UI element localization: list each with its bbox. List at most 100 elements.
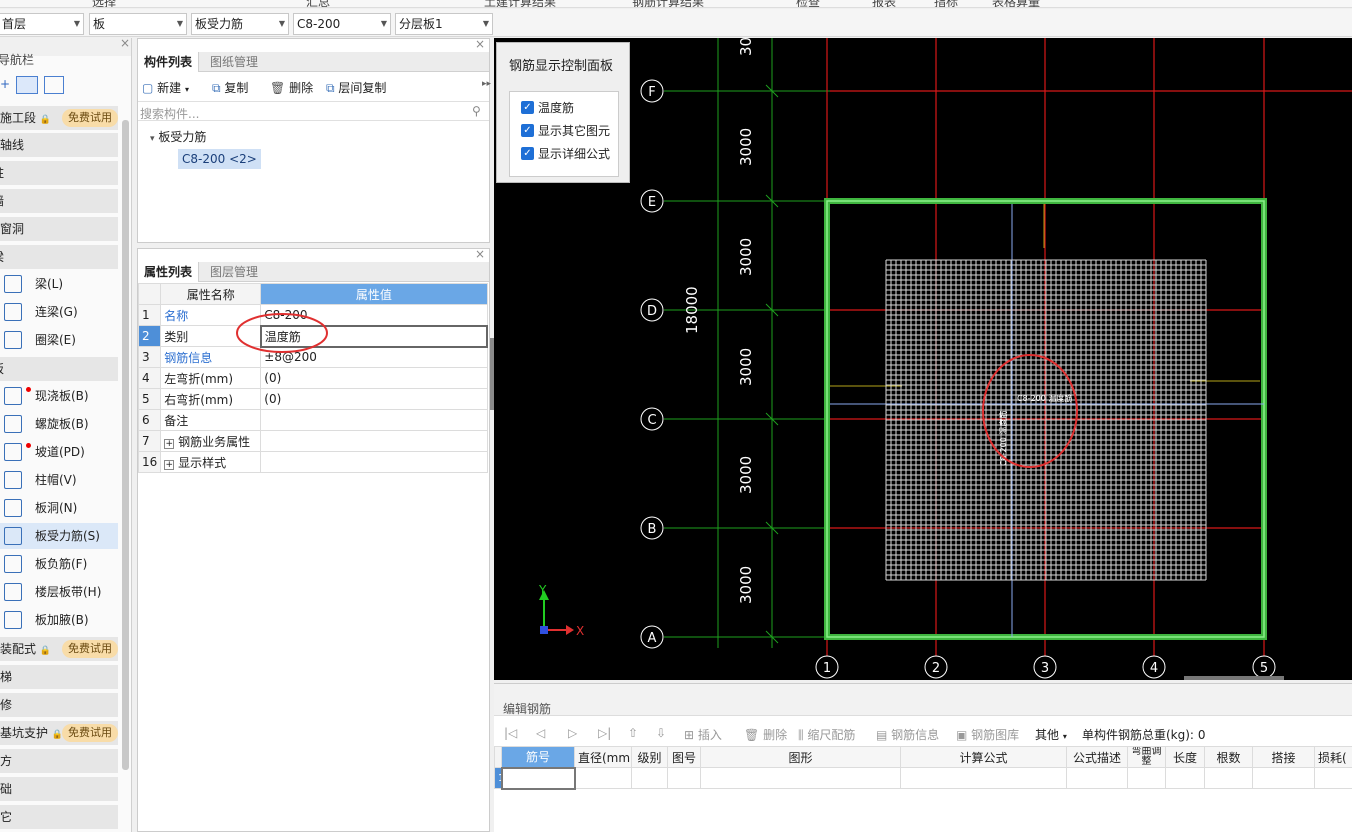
prev-icon[interactable]: ◁ bbox=[536, 726, 545, 740]
property-value[interactable]: (0) bbox=[260, 388, 488, 410]
diameter-cell[interactable] bbox=[574, 767, 632, 789]
menu-rebar-result[interactable]: 钢筋计算结果 bbox=[632, 0, 704, 7]
col-bend-adjust[interactable]: 弯曲调整 bbox=[1127, 746, 1166, 768]
table-row[interactable]: 7 + 钢筋业务属性 bbox=[137, 430, 488, 452]
nav-category-door-window[interactable]: 门窗洞 bbox=[0, 217, 118, 241]
tab-layer-manage[interactable]: 图层管理 bbox=[204, 262, 264, 282]
layer-select[interactable]: 分层板1 ▼ bbox=[395, 13, 493, 35]
length-cell[interactable] bbox=[1165, 767, 1205, 789]
axis-label-d[interactable]: D bbox=[647, 304, 657, 319]
free-trial-badge[interactable]: 免费试用 bbox=[62, 109, 118, 127]
table-row[interactable]: 4 左弯折(mm) (0) bbox=[137, 367, 488, 389]
tab-drawing-manage[interactable]: 图纸管理 bbox=[204, 52, 264, 72]
col-bar-no[interactable]: 筋号 bbox=[501, 746, 575, 768]
axis-label-1[interactable]: 1 bbox=[823, 661, 831, 676]
first-icon[interactable]: |◁ bbox=[504, 726, 517, 740]
nav-item-coupling-beam[interactable]: 连梁(G) bbox=[0, 299, 118, 325]
table-row[interactable]: 1 bbox=[494, 766, 1352, 790]
nav-item-ring-beam[interactable]: 圈梁(E) bbox=[0, 327, 118, 353]
axis-label-b[interactable]: B bbox=[648, 522, 657, 537]
property-value[interactable] bbox=[260, 409, 488, 431]
scale-rebar-button[interactable]: ⫼ 缩尺配筋 bbox=[798, 726, 855, 743]
axis-label-e[interactable]: E bbox=[648, 195, 656, 210]
axis-label-4[interactable]: 4 bbox=[1150, 661, 1158, 676]
table-row[interactable]: 5 右弯折(mm) (0) bbox=[137, 388, 488, 410]
col-formula[interactable]: 计算公式 bbox=[900, 746, 1067, 768]
delete-button[interactable]: 🗑 删除 bbox=[270, 79, 313, 96]
nav-category-stairs[interactable]: 楼梯 bbox=[0, 665, 118, 689]
property-value[interactable] bbox=[260, 451, 488, 473]
close-icon[interactable]: × bbox=[475, 247, 485, 261]
tab-property-list[interactable]: 属性列表 bbox=[138, 262, 200, 282]
detail-view-icon[interactable] bbox=[44, 76, 64, 94]
move-down-icon[interactable]: ⇩ bbox=[656, 726, 666, 740]
expand-icon[interactable]: + bbox=[164, 438, 175, 449]
nav-item-slab-hole[interactable]: 板洞(N) bbox=[0, 495, 118, 521]
nav-category-foundation[interactable]: 基础 bbox=[0, 777, 118, 801]
last-icon[interactable]: ▷| bbox=[598, 726, 611, 740]
col-shape[interactable]: 图形 bbox=[700, 746, 901, 768]
col-loss[interactable]: 损耗( bbox=[1314, 746, 1352, 768]
tree-parent[interactable]: ▾ 板受力筋 bbox=[150, 128, 206, 145]
menu-summary[interactable]: 汇总 bbox=[306, 0, 330, 7]
show-other-elements-checkbox[interactable]: ✓ bbox=[521, 124, 534, 137]
menu-index[interactable]: 指标 bbox=[934, 0, 958, 7]
floor-copy-button[interactable]: ⧉ 层间复制 bbox=[326, 79, 386, 96]
col-count[interactable]: 根数 bbox=[1204, 746, 1253, 768]
expand-icon[interactable]: + bbox=[164, 459, 175, 470]
nav-category-beam[interactable]: 梁 bbox=[0, 245, 118, 269]
nav-category-wall[interactable]: 墙 bbox=[0, 189, 118, 213]
menu-report[interactable]: 报表 bbox=[872, 0, 896, 7]
close-icon[interactable]: × bbox=[475, 37, 485, 51]
col-formula-desc[interactable]: 公式描述 bbox=[1066, 746, 1128, 768]
drawing-canvas[interactable]: C8-200 温度筋 C8-200 温度筋 F E D C B A 1 2 3 bbox=[494, 38, 1352, 680]
property-name-expandable[interactable]: + 钢筋业务属性 bbox=[160, 430, 262, 452]
nav-item-ramp[interactable]: 坡道(PD) bbox=[0, 439, 118, 465]
axis-label-a[interactable]: A bbox=[648, 631, 657, 646]
nav-category-prefab[interactable]: 装配式 🔒 免费试用 bbox=[0, 637, 118, 661]
subtype-select[interactable]: 板受力筋 ▼ bbox=[191, 13, 289, 35]
nav-item-slab-haunch[interactable]: 板加腋(B) bbox=[0, 607, 118, 633]
property-value[interactable] bbox=[260, 430, 488, 452]
canvas-scroll-handle[interactable] bbox=[1184, 676, 1284, 680]
tree-item-c8-200[interactable]: C8-200 <2> bbox=[178, 149, 261, 169]
grade-cell[interactable] bbox=[631, 767, 668, 789]
nav-category-decoration[interactable]: 装修 bbox=[0, 693, 118, 717]
nav-category-construction-stage[interactable]: 施工段 🔒 免费试用 bbox=[0, 106, 118, 130]
nav-category-pit-support[interactable]: 基坑支护 🔒 免费试用 bbox=[0, 721, 118, 745]
lap-cell[interactable] bbox=[1252, 767, 1315, 789]
nav-category-column[interactable]: 柱 bbox=[0, 161, 118, 185]
col-diameter[interactable]: 直径(mm) bbox=[574, 746, 632, 768]
count-cell[interactable] bbox=[1204, 767, 1253, 789]
nav-scrollbar[interactable] bbox=[122, 120, 129, 770]
next-icon[interactable]: ▷ bbox=[568, 726, 577, 740]
new-button[interactable]: ▢ 新建 ▾ bbox=[142, 79, 189, 96]
menu-check[interactable]: 检查 bbox=[796, 0, 820, 7]
menu-table-calc[interactable]: 表格算量 bbox=[992, 0, 1040, 7]
axis-label-2[interactable]: 2 bbox=[932, 661, 940, 676]
col-grade[interactable]: 级别 bbox=[631, 746, 668, 768]
nav-item-slab-rebar[interactable]: 板受力筋(S) bbox=[0, 523, 118, 549]
axis-label-c[interactable]: C bbox=[647, 413, 656, 428]
component-select[interactable]: C8-200 ▼ bbox=[293, 13, 391, 35]
menu-civil-result[interactable]: 土建计算结果 bbox=[484, 0, 556, 7]
move-up-icon[interactable]: ⇧ bbox=[628, 726, 638, 740]
menu-select[interactable]: 选择 bbox=[92, 0, 116, 7]
delete-row-button[interactable]: 🗑 删除 bbox=[744, 726, 787, 743]
nav-item-floor-strip[interactable]: 楼层板带(H) bbox=[0, 579, 118, 605]
table-row[interactable]: 6 备注 bbox=[137, 409, 488, 431]
pin-icon[interactable]: + bbox=[0, 77, 10, 91]
nav-category-axis[interactable]: 轴线 bbox=[0, 133, 118, 157]
list-view-icon[interactable] bbox=[16, 76, 38, 94]
nav-item-column-cap[interactable]: 柱帽(V) bbox=[0, 467, 118, 493]
other-dropdown[interactable]: 其他 ▾ bbox=[1035, 726, 1067, 743]
formula-desc-cell[interactable] bbox=[1066, 767, 1128, 789]
search-icon[interactable]: ⚲ bbox=[472, 104, 481, 118]
col-length[interactable]: 长度 bbox=[1165, 746, 1205, 768]
figure-no-cell[interactable] bbox=[667, 767, 701, 789]
nav-item-negative-rebar[interactable]: 板负筋(F) bbox=[0, 551, 118, 577]
property-value[interactable]: (0) bbox=[260, 367, 488, 389]
col-figure-no[interactable]: 图号 bbox=[667, 746, 701, 768]
show-detail-formula-checkbox[interactable]: ✓ bbox=[521, 147, 534, 160]
component-search-input[interactable]: 搜索构件... ⚲ bbox=[138, 101, 489, 121]
